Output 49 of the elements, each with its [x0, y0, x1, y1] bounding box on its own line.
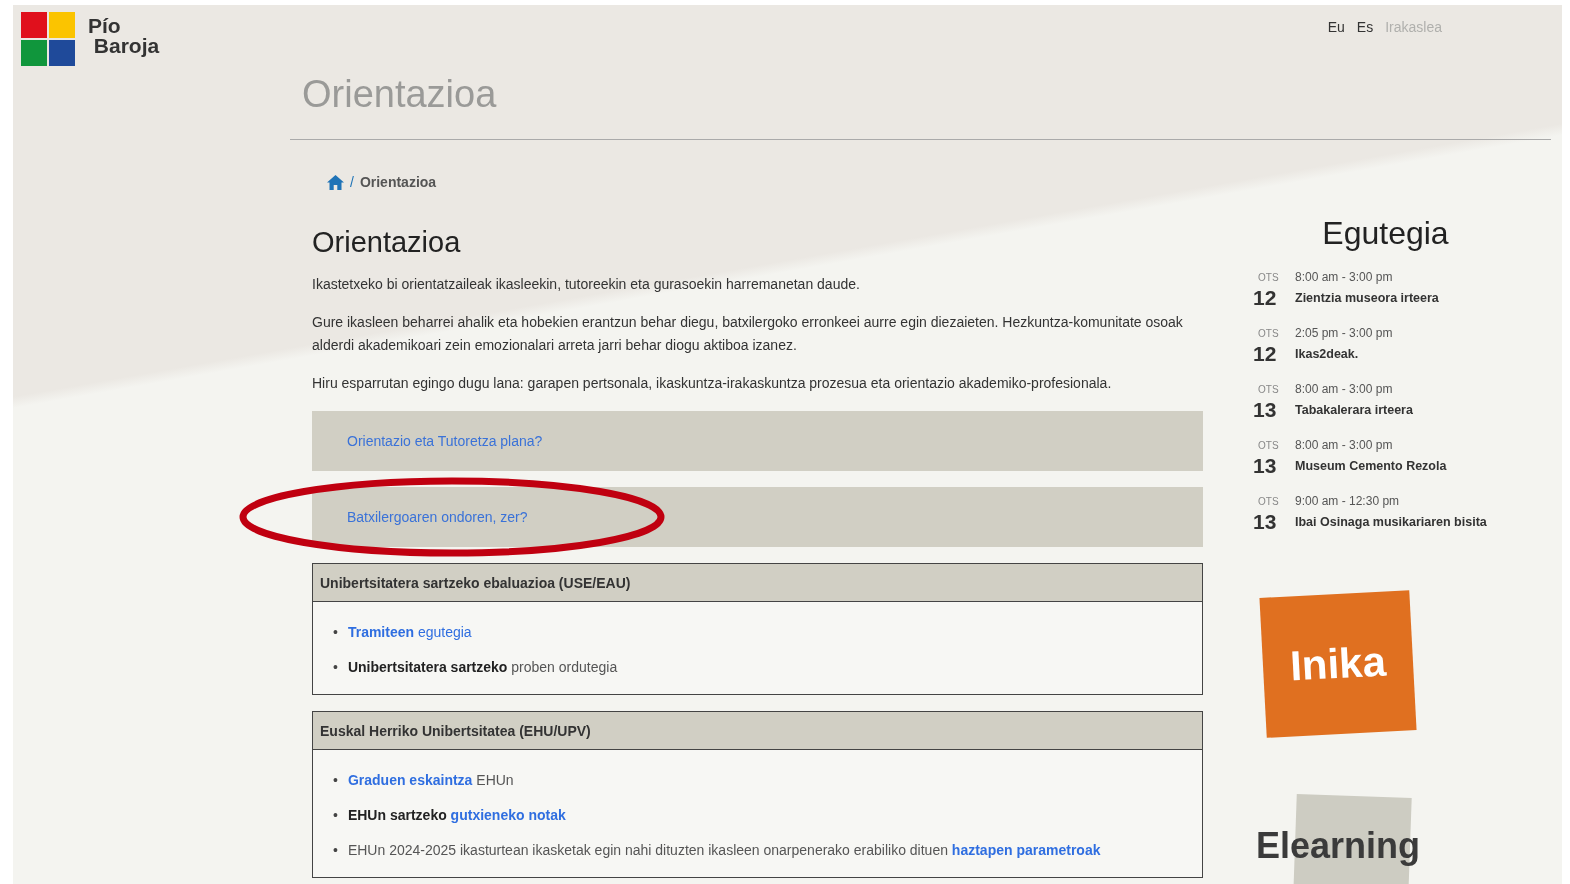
event-time: 8:00 am - 3:00 pm — [1295, 382, 1394, 396]
link[interactable]: Tramiteen — [347, 623, 415, 640]
paragraph: Hiru esparrutan egingo dugu lana: garapen pertsonala, ikaskuntza-irakaskuntza prozesua eta orientazio akademiko-profesionala. — [312, 374, 1113, 393]
event-time: 9:00 am - 12:30 pm — [1295, 494, 1401, 508]
event-month: OTS — [1257, 327, 1280, 339]
list-bullet: • — [333, 623, 338, 640]
event-day: 12 — [1253, 286, 1295, 310]
list-item-text: Graduen eskaintza EHUn — [347, 771, 514, 788]
list-bullet: • — [333, 841, 338, 858]
event-day: 13 — [1253, 454, 1295, 478]
event-time: 8:00 am - 3:00 pm — [1295, 438, 1394, 452]
event-month: OTS — [1257, 439, 1280, 451]
list-item-text: Unibertsitatera sartzeko proben ordutegia — [347, 658, 618, 675]
list-bullet: • — [333, 658, 338, 675]
list-item-text: EHUn 2024-2025 ikasturtean ikasketak egin nahi dituzten ikasleen onarpenerako erabiliko dituen haztapen parametroak — [347, 841, 1101, 858]
event-title[interactable]: Zientzia museora irteera — [1295, 291, 1503, 305]
calendar-title: Egutegia — [1321, 215, 1450, 252]
logo-icon — [21, 12, 76, 67]
event-title[interactable]: Tabakalerara irteera — [1295, 403, 1503, 417]
event-day: 12 — [1253, 342, 1295, 366]
list-item-text: EHUn sartzeko gutxieneko notak — [347, 806, 566, 823]
language-link[interactable]: Eu — [1327, 19, 1345, 35]
event-day: 13 — [1253, 510, 1295, 534]
link[interactable]: egutegia — [414, 623, 472, 640]
event-title[interactable]: Ibai Osinaga musikariaren bisita — [1295, 515, 1503, 529]
card-header: Euskal Herriko Unibertsitatea (EHU/UPV) — [313, 712, 1202, 750]
event-title[interactable]: Ikas2deak. — [1295, 347, 1503, 361]
event-month: OTS — [1257, 271, 1280, 283]
logo-text[interactable]: Pío Baroja — [88, 12, 160, 56]
event-time: 2:05 pm - 3:00 pm — [1295, 326, 1394, 340]
paragraph: Gure ikasleen beharrei ahalik eta hobekien erantzun behar diegu, batxilergoko erronkeei aurre egin diezaieten. Hezkuntza-komunitate osoak alderdi akademikoari zein emozionalari arreta jarri behar diogu aktiboa izanez. — [312, 313, 1184, 355]
breadcrumb-separator: / — [350, 174, 354, 190]
event-title[interactable]: Museum Cemento Rezola — [1295, 459, 1503, 473]
paragraph: Ikastetxeko bi orientatzaileak ikasleekin, tutoreekin eta gurasoekin harremanetan daude. — [312, 275, 861, 294]
link[interactable]: Graduen eskaintza — [347, 771, 473, 788]
event-month: OTS — [1257, 495, 1280, 507]
list-bullet: • — [333, 771, 338, 788]
page-title: Orientazioa — [302, 73, 498, 116]
language-link[interactable]: Es — [1356, 19, 1374, 35]
list-bullet: • — [333, 806, 338, 823]
link[interactable]: gutxieneko notak — [450, 806, 566, 823]
event-day: 13 — [1253, 398, 1295, 422]
section-heading: Orientazioa — [312, 226, 462, 259]
breadcrumb-current: Orientazioa — [359, 174, 437, 190]
card-header: Unibertsitatera sartzeko ebaluazioa (USE/EAU) — [313, 564, 1202, 602]
event-month: OTS — [1257, 383, 1280, 395]
home-icon[interactable] — [327, 174, 344, 190]
link[interactable]: haztapen parametroak — [951, 841, 1101, 858]
event-time: 8:00 am - 3:00 pm — [1295, 270, 1394, 284]
